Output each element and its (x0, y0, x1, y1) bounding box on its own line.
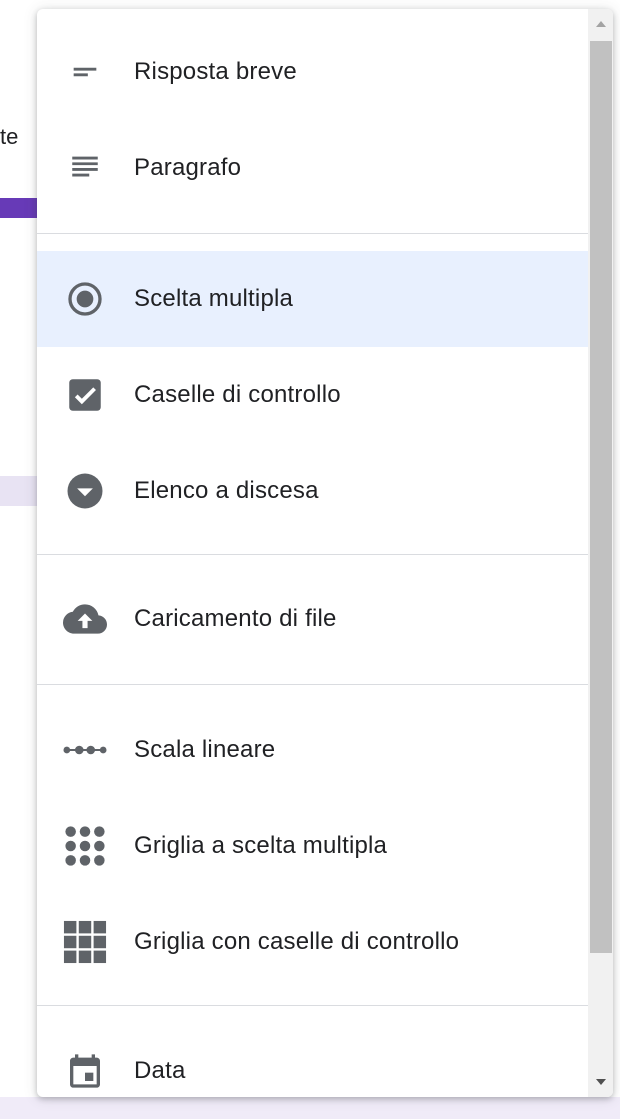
menu-divider (37, 554, 588, 555)
menu-item-date[interactable]: Data (37, 1023, 588, 1097)
background-option-field (0, 476, 40, 506)
paragraph-icon (63, 146, 107, 190)
question-type-menu: Risposta breve Paragrafo Scelta multipla… (37, 9, 613, 1097)
menu-item-checkbox-grid[interactable]: Griglia con caselle di controllo (37, 894, 588, 990)
menu-divider (37, 684, 588, 685)
menu-scrollbar[interactable] (588, 9, 613, 1097)
checkbox-grid-icon (63, 920, 107, 964)
menu-item-multiple-choice-grid[interactable]: Griglia a scelta multipla (37, 798, 588, 894)
menu-item-label: Paragrafo (134, 154, 242, 181)
menu-item-label: Caselle di controllo (134, 381, 341, 408)
menu-item-paragraph[interactable]: Paragrafo (37, 120, 588, 216)
menu-item-linear-scale[interactable]: Scala lineare (37, 702, 588, 798)
calendar-icon (63, 1049, 107, 1093)
dot-grid-icon (63, 824, 107, 868)
menu-item-label: Griglia a scelta multipla (134, 832, 388, 859)
menu-item-dropdown[interactable]: Elenco a discesa (37, 443, 588, 539)
menu-item-label: Risposta breve (134, 58, 297, 85)
cloud-upload-icon (63, 597, 107, 641)
background-page-strip (0, 1097, 620, 1119)
menu-item-short-answer[interactable]: Risposta breve (37, 24, 588, 120)
menu-divider (37, 1005, 588, 1006)
scroll-up-arrow-icon[interactable] (588, 9, 613, 39)
checkbox-icon (63, 373, 107, 417)
menu-item-label: Caricamento di file (134, 605, 337, 632)
menu-item-label: Data (134, 1057, 186, 1084)
menu-item-multiple-choice[interactable]: Scelta multipla (37, 251, 588, 347)
menu-item-label: Scala lineare (134, 736, 276, 763)
scrollbar-thumb[interactable] (590, 41, 612, 953)
menu-item-label: Elenco a discesa (134, 477, 319, 504)
menu-item-file-upload[interactable]: Caricamento di file (37, 571, 588, 667)
linear-scale-icon (63, 728, 107, 772)
menu-item-label: Scelta multipla (134, 285, 294, 312)
menu-item-label: Griglia con caselle di controllo (134, 928, 460, 955)
menu-divider (37, 233, 588, 234)
background-accent-bar (0, 198, 40, 218)
dropdown-icon (63, 469, 107, 513)
background-question-text: te (0, 124, 19, 149)
short-answer-icon (63, 50, 107, 94)
scroll-down-arrow-icon[interactable] (588, 1067, 613, 1097)
menu-item-checkboxes[interactable]: Caselle di controllo (37, 347, 588, 443)
radio-button-icon (63, 277, 107, 321)
